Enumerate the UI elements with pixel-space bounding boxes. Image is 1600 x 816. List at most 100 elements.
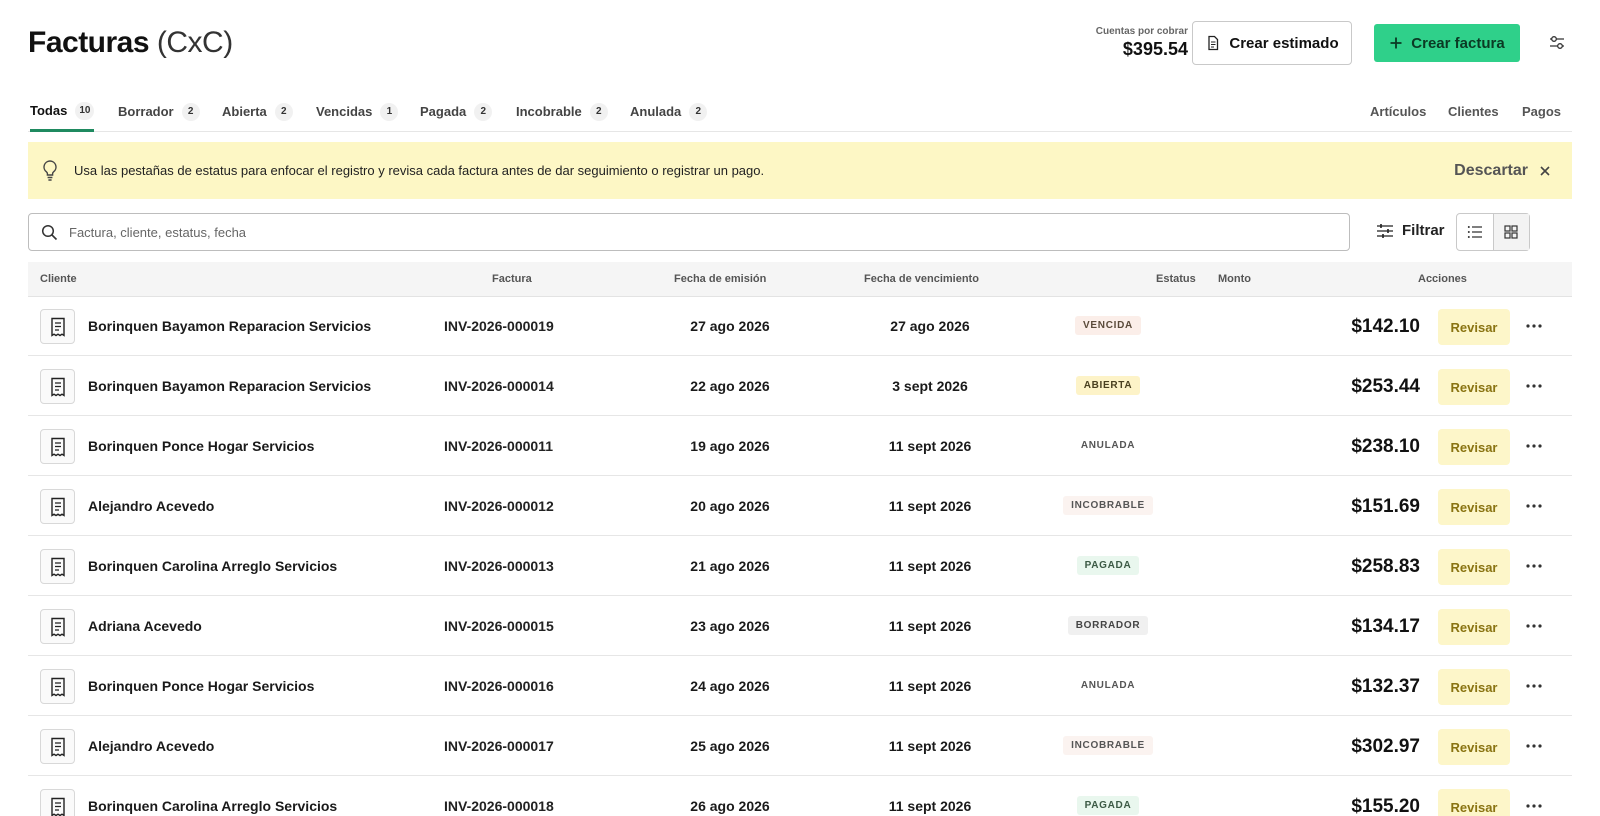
review-button[interactable]: Revisar	[1438, 489, 1510, 525]
tab-todas[interactable]: Todas 10	[30, 92, 95, 132]
tab-vencidas[interactable]: Vencidas 1	[316, 92, 399, 131]
tab-anulada[interactable]: Anulada 2	[630, 92, 708, 131]
status-cell: ANULADA	[1038, 435, 1178, 455]
filter-label: Filtrar	[1402, 222, 1445, 239]
more-actions-button[interactable]	[1522, 377, 1546, 395]
more-actions-button[interactable]	[1522, 617, 1546, 635]
tip-text: Usa las pestañas de estatus para enfocar…	[74, 163, 765, 178]
invoice-number[interactable]: INV-2026-000014	[444, 378, 644, 394]
link-clientes[interactable]: Clientes	[1448, 92, 1499, 131]
invoice-number[interactable]: INV-2026-000016	[444, 678, 644, 694]
link-pagos[interactable]: Pagos	[1522, 92, 1561, 131]
review-button[interactable]: Revisar	[1438, 369, 1510, 405]
invoice-document-icon	[40, 309, 75, 344]
settings-button[interactable]	[1542, 28, 1572, 58]
status-cell: PAGADA	[1038, 795, 1178, 815]
accounts-receivable-value: $395.54	[1122, 39, 1188, 59]
table-row[interactable]: Adriana Acevedo INV-2026-000015 23 ago 202…	[28, 597, 1572, 656]
table-row[interactable]: Borinquen Ponce Hogar Servicios INV-2026-…	[28, 657, 1572, 716]
invoice-number[interactable]: INV-2026-000011	[444, 438, 644, 454]
more-actions-button[interactable]	[1522, 497, 1546, 515]
tab-count-badge: 2	[274, 102, 293, 121]
tab-label: Anulada	[630, 104, 682, 119]
more-actions-button[interactable]	[1522, 557, 1546, 575]
client-name: Borinquen Bayamon Reparacion Servicios	[88, 378, 372, 394]
status-badge: BORRADOR	[1067, 616, 1149, 635]
review-button[interactable]: Revisar	[1438, 609, 1510, 645]
invoice-amount: $151.69	[1351, 496, 1420, 517]
invoice-icon	[50, 437, 65, 457]
tab-abierta[interactable]: Abierta 2	[222, 92, 293, 131]
link-articulos[interactable]: Artículos	[1370, 92, 1426, 131]
table-row[interactable]: Borinquen Bayamon Reparacion Servicios IN…	[28, 297, 1572, 356]
status-badge: VENCIDA	[1075, 316, 1141, 335]
close-tip-button[interactable]	[1536, 162, 1554, 180]
more-actions-button[interactable]	[1522, 797, 1546, 815]
invoice-number[interactable]: INV-2026-000018	[444, 798, 644, 814]
invoice-icon	[50, 317, 65, 337]
invoice-icon	[50, 617, 65, 637]
issue-date: 21 ago 2026	[690, 558, 770, 574]
tab-borrador[interactable]: Borrador 2	[118, 92, 200, 131]
status-badge: ABIERTA	[1075, 376, 1141, 395]
status-badge: ANULADA	[1072, 436, 1144, 455]
more-actions-button[interactable]	[1522, 317, 1546, 335]
tab-label: Todas	[30, 103, 68, 118]
invoice-number[interactable]: INV-2026-000012	[444, 498, 644, 514]
more-actions-button[interactable]	[1522, 737, 1546, 755]
table-row[interactable]: Alejandro Acevedo INV-2026-000012 20 ago 2…	[28, 477, 1572, 536]
header-due-date: Fecha de vencimiento	[864, 273, 979, 285]
list-view-button[interactable]	[1457, 214, 1493, 250]
more-horizontal-icon	[1526, 444, 1542, 448]
invoice-icon	[50, 677, 65, 697]
tab-count-badge: 2	[689, 102, 708, 121]
header-amount: Monto	[1218, 273, 1251, 285]
due-date: 3 sept 2026	[892, 378, 968, 394]
review-button[interactable]: Revisar	[1438, 429, 1510, 465]
invoice-amount: $132.37	[1351, 676, 1420, 697]
more-horizontal-icon	[1526, 684, 1542, 688]
due-date: 11 sept 2026	[888, 798, 972, 814]
table-row[interactable]: Borinquen Ponce Hogar Servicios INV-2026-…	[28, 417, 1572, 476]
accounts-receivable-summary: Cuentas por cobrar $395.54	[1096, 26, 1188, 60]
filter-button[interactable]: Filtrar	[1376, 222, 1445, 239]
sliders-icon	[1550, 36, 1564, 49]
invoice-number[interactable]: INV-2026-000015	[444, 618, 644, 634]
more-actions-button[interactable]	[1522, 437, 1546, 455]
tab-count-badge: 2	[181, 102, 200, 121]
invoice-document-icon	[40, 789, 75, 816]
issue-date: 27 ago 2026	[690, 318, 770, 334]
client-name: Borinquen Ponce Hogar Servicios	[88, 438, 315, 454]
issue-date: 23 ago 2026	[690, 618, 770, 634]
create-estimate-label: Crear estimado	[1229, 34, 1339, 52]
review-button[interactable]: Revisar	[1438, 309, 1510, 345]
grid-icon	[1504, 225, 1519, 239]
review-button[interactable]: Revisar	[1438, 669, 1510, 705]
review-button[interactable]: Revisar	[1438, 789, 1510, 816]
dismiss-tip-button[interactable]: Descartar	[1454, 162, 1528, 180]
client-name: Borinquen Ponce Hogar Servicios	[88, 678, 315, 694]
more-actions-button[interactable]	[1522, 677, 1546, 695]
create-estimate-button[interactable]: Crear estimado	[1192, 21, 1352, 65]
due-date: 27 ago 2026	[890, 318, 970, 334]
review-button[interactable]: Revisar	[1438, 549, 1510, 585]
tab-incobrable[interactable]: Incobrable 2	[516, 92, 608, 131]
invoice-number[interactable]: INV-2026-000013	[444, 558, 644, 574]
invoice-number[interactable]: INV-2026-000017	[444, 738, 644, 754]
tab-pagada[interactable]: Pagada 2	[420, 92, 493, 131]
status-cell: VENCIDA	[1038, 315, 1178, 335]
table-row[interactable]: Borinquen Carolina Arreglo Servicios INV-…	[28, 777, 1572, 816]
client-name: Borinquen Carolina Arreglo Servicios	[88, 798, 338, 814]
search-input[interactable]	[69, 214, 1339, 250]
create-invoice-button[interactable]: Crear factura	[1374, 24, 1520, 62]
grid-view-button[interactable]	[1492, 214, 1529, 250]
table-row[interactable]: Alejandro Acevedo INV-2026-000017 25 ago 2…	[28, 717, 1572, 776]
tab-label: Abierta	[222, 104, 267, 119]
invoice-number[interactable]: INV-2026-000019	[444, 318, 644, 334]
invoice-icon	[50, 377, 65, 397]
table-row[interactable]: Borinquen Carolina Arreglo Servicios INV-…	[28, 537, 1572, 596]
plus-icon	[1390, 37, 1402, 49]
table-row[interactable]: Borinquen Bayamon Reparacion Servicios IN…	[28, 357, 1572, 416]
more-horizontal-icon	[1526, 384, 1542, 388]
review-button[interactable]: Revisar	[1438, 729, 1510, 765]
